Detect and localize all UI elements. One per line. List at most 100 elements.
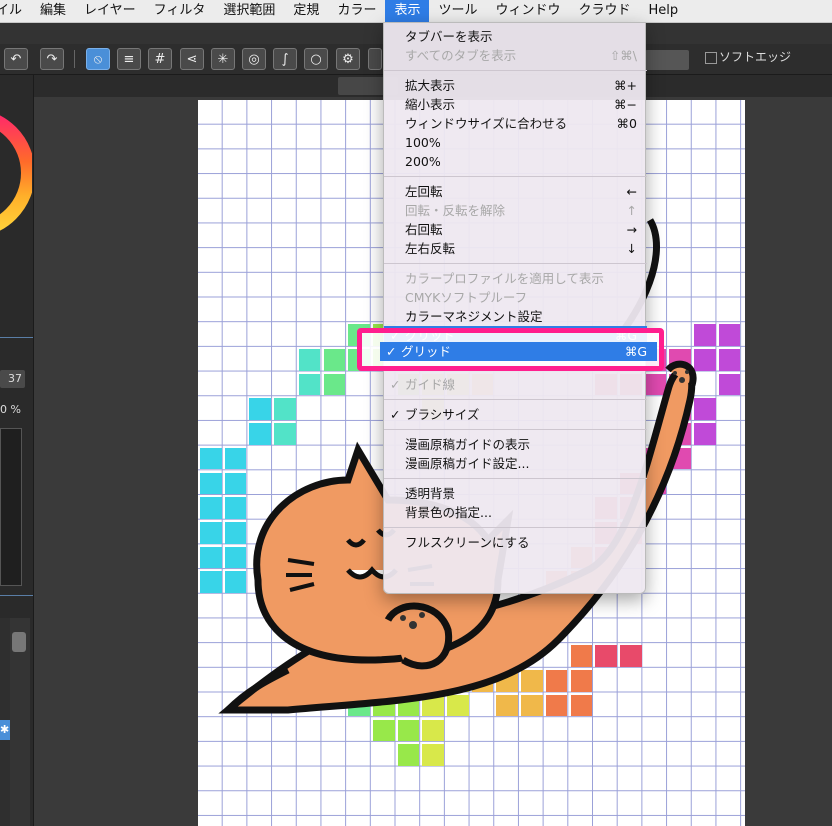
radial-icon[interactable]: ✳ xyxy=(211,48,235,70)
redo-button[interactable]: ↷ xyxy=(40,48,64,70)
menubar-item[interactable]: カラー xyxy=(328,0,385,22)
menu-item: CMYKソフトプルーフ xyxy=(384,288,647,307)
menu-separator xyxy=(384,399,647,400)
opacity-value: 0 % xyxy=(0,403,21,416)
menu-item-shortcut: → xyxy=(626,222,637,237)
menu-item-label: CMYKソフトプルーフ xyxy=(405,290,528,305)
menubar-item[interactable]: イル xyxy=(0,0,31,22)
menu-item[interactable]: 左右反転 ↓ xyxy=(384,239,647,258)
brush-size-value[interactable]: 37 xyxy=(0,370,25,388)
soft-edge-checkbox[interactable] xyxy=(705,52,717,64)
menubar-item[interactable]: 表示 xyxy=(385,0,430,22)
menubar-item[interactable]: ツール xyxy=(429,0,486,22)
grid-item-callout: ✓ グリッド ⌘G xyxy=(357,328,664,371)
menu-item-label: すべてのタブを表示 xyxy=(405,48,517,63)
menubar-item[interactable]: Help xyxy=(640,0,688,22)
menu-item[interactable]: 右回転 → xyxy=(384,220,647,239)
menubar-item[interactable]: フィルタ xyxy=(145,0,215,22)
menu-item[interactable]: 漫画原稿ガイド設定... xyxy=(384,454,647,473)
menu-item-label: ブラシサイズ xyxy=(405,407,480,422)
blend-dropdown[interactable] xyxy=(645,50,689,70)
view-menu-dropdown: タブバーを表示すべてのタブを表示 ⇧⌘\ 拡大表示 ⌘+ 縮小表示 ⌘− ウィンドウサイズに… xyxy=(383,22,647,594)
menu-item[interactable]: フルスクリーンにする xyxy=(384,533,647,552)
concentric-icon[interactable]: ◎ xyxy=(242,48,266,70)
menu-item[interactable]: ✓ ブラシサイズ xyxy=(384,405,647,424)
menu-item-shortcut: ⇧⌘\ xyxy=(609,48,637,63)
menu-separator xyxy=(384,429,647,430)
menu-item-label: 透明背景 xyxy=(405,486,456,501)
menu-item-label: カラーマネジメント設定 xyxy=(405,309,543,324)
undo-button[interactable]: ↶ xyxy=(4,48,28,70)
selected-layer-icon[interactable]: ✱ xyxy=(0,720,10,740)
menu-item[interactable]: 透明背景 xyxy=(384,484,647,503)
menu-item: カラープロファイルを適用して表示 xyxy=(384,269,647,288)
menu-item: 回転・反転を解除 ↑ xyxy=(384,201,647,220)
menu-item-label: カラープロファイルを適用して表示 xyxy=(405,271,604,286)
menubar-item[interactable]: ウィンドウ xyxy=(486,0,569,22)
panel-divider xyxy=(0,337,33,338)
menu-item-label: タブバーを表示 xyxy=(405,29,493,44)
menu-item-label: 漫画原稿ガイドの表示 xyxy=(405,437,531,452)
scroll-thumb[interactable] xyxy=(12,632,26,652)
menu-separator xyxy=(384,70,647,71)
menu-item[interactable]: 左回転 ← xyxy=(384,182,647,201)
menubar-item[interactable]: 編集 xyxy=(31,0,75,22)
menu-item-label: 縮小表示 xyxy=(405,97,456,112)
menu-separator xyxy=(384,263,647,264)
menu-bar: イル 編集 レイヤー フィルタ 選択範囲 定規 カラー 表示 ツール ウィンドウ クラウド Help xyxy=(0,0,832,23)
menu-item-label: ガイド線 xyxy=(405,377,456,392)
menu-item-label: 回転・反転を解除 xyxy=(405,203,506,218)
menu-item-label: 200% xyxy=(405,154,441,169)
menu-item[interactable]: ウィンドウサイズに合わせる ⌘0 xyxy=(384,114,647,133)
menu-item-label: フルスクリーンにする xyxy=(405,535,530,550)
soft-edge-label: ソフトエッジ xyxy=(719,50,792,64)
menu-item-label: 左回転 xyxy=(405,184,443,199)
menu-item-label: 右回転 xyxy=(405,222,443,237)
menu-item[interactable]: 漫画原稿ガイドの表示 xyxy=(384,435,647,454)
checkmark-icon: ✓ xyxy=(390,407,401,422)
menu-item[interactable]: 100% xyxy=(384,133,647,152)
menubar-item[interactable]: 定規 xyxy=(284,0,328,22)
checkmark-icon: ✓ xyxy=(390,377,401,392)
menu-item: すべてのタブを表示 ⇧⌘\ xyxy=(384,46,647,65)
menu-item[interactable]: 縮小表示 ⌘− xyxy=(384,95,647,114)
menu-separator xyxy=(384,478,647,479)
menu-item-label: 漫画原稿ガイド設定... xyxy=(405,456,530,471)
menu-item-shortcut: ⌘G xyxy=(624,344,647,359)
toolbar-divider xyxy=(74,50,75,68)
no-snap-icon[interactable]: ⦸ xyxy=(86,48,110,70)
perspective-icon[interactable]: ⋖ xyxy=(180,48,204,70)
menu-item-label: 左右反転 xyxy=(405,241,456,256)
menu-item-shortcut: ↑ xyxy=(626,203,637,218)
menu-item-grid[interactable]: ✓ グリッド ⌘G xyxy=(380,342,657,361)
menubar-item[interactable]: クラウド xyxy=(570,0,640,22)
curve-icon[interactable]: ∫ xyxy=(273,48,297,70)
menu-item-shortcut: ⌘− xyxy=(614,97,637,112)
menubar-item[interactable]: 選択範囲 xyxy=(214,0,284,22)
menu-item-label: 拡大表示 xyxy=(405,78,456,93)
menu-item-shortcut: ↓ xyxy=(626,241,637,256)
menu-item-shortcut: ⌘0 xyxy=(616,116,637,131)
menu-separator xyxy=(384,176,647,177)
extra-option-icon[interactable] xyxy=(368,48,382,70)
grid-snap-icon[interactable]: # xyxy=(148,48,172,70)
menu-separator xyxy=(384,527,647,528)
menu-item-label: 100% xyxy=(405,135,441,150)
menu-item[interactable]: カラーマネジメント設定 xyxy=(384,307,647,326)
color-wheel-icon[interactable] xyxy=(0,95,32,245)
menu-item[interactable]: 200% xyxy=(384,152,647,171)
menubar-item[interactable]: レイヤー xyxy=(75,0,145,22)
menu-item[interactable]: 拡大表示 ⌘+ xyxy=(384,76,647,95)
settings-gear-icon[interactable]: ⚙ xyxy=(336,48,360,70)
menu-item-label: 背景色の指定... xyxy=(405,505,492,520)
menu-item-label: ウィンドウサイズに合わせる xyxy=(405,116,568,131)
layer-scrollbar[interactable] xyxy=(10,618,30,826)
checkmark-icon: ✓ xyxy=(386,344,397,359)
ellipse-icon[interactable]: ○ xyxy=(304,48,328,70)
parallel-lines-icon[interactable]: ≡ xyxy=(117,48,141,70)
menu-item[interactable]: 背景色の指定... xyxy=(384,503,647,522)
menu-item-shortcut: ← xyxy=(626,184,637,199)
menu-item[interactable]: タブバーを表示 xyxy=(384,27,647,46)
menu-item-shortcut: ⌘+ xyxy=(614,78,637,93)
menu-item: ✓ ガイド線 xyxy=(384,375,647,394)
